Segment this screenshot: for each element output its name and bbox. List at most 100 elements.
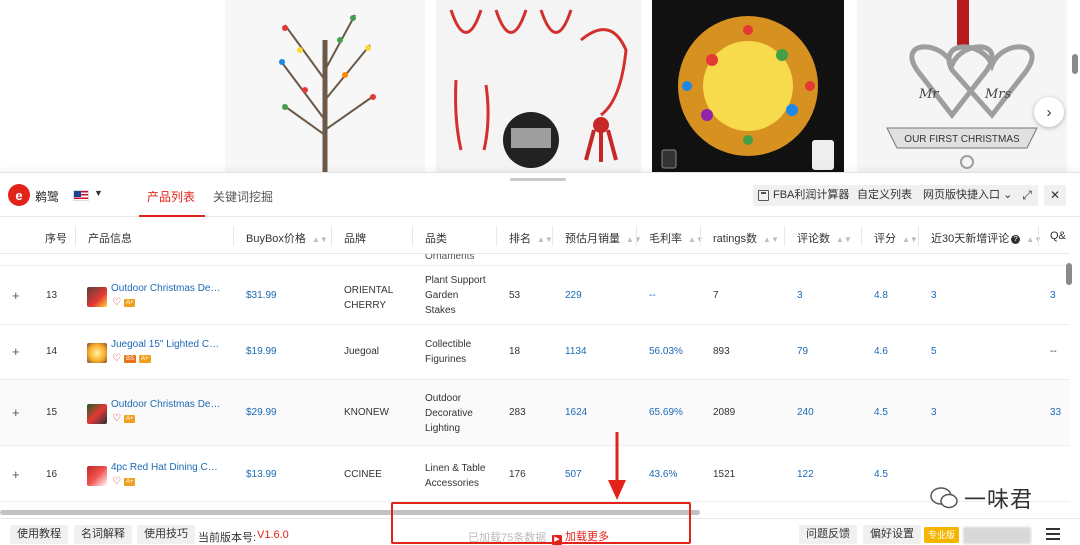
sort-icon: ▲▼ [763, 235, 779, 244]
new-reviews-cell[interactable]: 3 [931, 290, 937, 301]
expand-row-icon[interactable]: + [12, 288, 20, 303]
buybox-price[interactable]: $19.99 [246, 346, 277, 357]
product-title-link[interactable]: 4pc Red Hat Dining Cha... [111, 462, 223, 473]
product-image-fairy-lights[interactable] [652, 0, 844, 172]
feedback-button[interactable]: 问题反馈 [799, 525, 857, 544]
reviews-cell[interactable]: 240 [797, 407, 814, 418]
buybox-price[interactable]: $31.99 [246, 290, 277, 301]
monthly-sales-cell[interactable]: 1624 [565, 407, 587, 418]
header-buybox-price[interactable]: BuyBox价格 ▲▼ [246, 230, 328, 246]
reviews-cell[interactable]: 79 [797, 346, 808, 357]
header-reviews[interactable]: 评论数 ▲▼ [797, 230, 852, 246]
qa-cell: -- [1050, 346, 1057, 357]
header-ratings[interactable]: ratings数 ▲▼ [713, 230, 779, 246]
us-flag-icon[interactable] [73, 190, 89, 201]
heart-icon[interactable]: ♡ [112, 477, 121, 487]
product-title-link[interactable]: Outdoor Christmas Dec... [111, 399, 223, 410]
product-thumbnail[interactable] [87, 287, 107, 307]
expand-row-icon[interactable]: + [12, 467, 20, 482]
table-vertical-scrollbar[interactable] [1066, 263, 1072, 285]
sort-icon: ▲▼ [902, 235, 918, 244]
reviews-cell[interactable]: 3 [797, 290, 803, 301]
margin-cell[interactable]: 56.03% [649, 346, 683, 357]
buybox-price[interactable]: $13.99 [246, 469, 277, 480]
product-badges: ♡ A+ [112, 414, 136, 424]
tab-product-list[interactable]: 产品列表 [147, 188, 195, 205]
menu-icon[interactable] [1046, 527, 1060, 541]
header-new-reviews-30d[interactable]: 近30天新增评论? ▲▼ [931, 230, 1042, 246]
score-cell[interactable]: 4.5 [874, 469, 888, 480]
header-rank[interactable]: 排名 ▲▼ [509, 230, 553, 246]
header-margin[interactable]: 毛利率 ▲▼ [649, 230, 704, 246]
table-header: 序号 产品信息 BuyBox价格 ▲▼ 品牌 品类 排名 ▲▼ 预估月销量 ▲▼ 毛利… [0, 218, 1070, 254]
header-score-label: 评分 [874, 233, 896, 245]
monthly-sales-cell[interactable]: 229 [565, 290, 582, 301]
tab-keyword-mining[interactable]: 关键词挖掘 [213, 188, 273, 205]
product-title-link[interactable]: Juegoal 15" Lighted Chr... [111, 339, 223, 350]
heart-icon[interactable]: ♡ [112, 414, 121, 424]
buybox-price[interactable]: $29.99 [246, 407, 277, 418]
table-row: Ornaments [0, 254, 1070, 266]
monthly-sales-cell[interactable]: 1134 [565, 346, 587, 357]
qa-cell[interactable]: 3 [1050, 290, 1056, 301]
margin-cell[interactable]: -- [649, 290, 656, 301]
table-row[interactable]: + 13 Outdoor Christmas Dec... ♡ A+ $31.9… [0, 267, 1070, 325]
preferences-button[interactable]: 偏好设置 [863, 525, 921, 544]
category-line: Decorative [425, 408, 473, 419]
chevron-down-icon: ⌄ [1003, 189, 1013, 201]
margin-cell[interactable]: 65.69% [649, 407, 683, 418]
new-reviews-cell[interactable]: 3 [931, 407, 937, 418]
row-seq: 15 [46, 407, 58, 418]
heart-icon[interactable]: ♡ [112, 354, 121, 364]
product-image-carousel: Mr Mrs OUR FIRST CHRISTMAS › [0, 0, 1080, 172]
tutorial-button[interactable]: 使用教程 [10, 525, 68, 544]
score-cell[interactable]: 4.8 [874, 290, 888, 301]
product-image-hearts-ornament[interactable]: Mr Mrs OUR FIRST CHRISTMAS [857, 0, 1067, 172]
ratings-cell: 7 [713, 290, 719, 301]
expand-row-icon[interactable]: + [12, 405, 20, 420]
product-image-red-rope[interactable] [436, 0, 641, 172]
ratings-cell: 1521 [713, 469, 736, 480]
web-quick-entry-dropdown[interactable]: 网页版快捷入口 ⌄ [917, 185, 1019, 206]
sort-icon: ▲▼ [311, 235, 328, 244]
brand-logo-icon: e [8, 184, 30, 206]
header-score[interactable]: 评分 ▲▼ [874, 230, 918, 246]
christmas-tree-illustration [279, 14, 376, 172]
product-image-christmas-tree[interactable] [225, 0, 425, 172]
brand-name: 鹈鹭 [35, 190, 60, 204]
monthly-sales-cell[interactable]: 507 [565, 469, 582, 480]
table-row[interactable]: + 14 Juegoal 15" Lighted Chr... ♡ BS A+ … [0, 325, 1070, 380]
version-label: 当前版本号: [198, 532, 257, 544]
chevron-down-icon[interactable]: ▼ [94, 188, 103, 198]
expand-icon[interactable]: ⤢ [1016, 185, 1038, 206]
carousel-next-button[interactable]: › [1034, 97, 1064, 127]
page-scrollbar-thumb[interactable] [1072, 54, 1078, 74]
reviews-cell[interactable]: 122 [797, 469, 814, 480]
info-icon[interactable]: ? [1011, 235, 1021, 244]
product-thumbnail[interactable] [87, 466, 107, 486]
tips-button[interactable]: 使用技巧 [137, 525, 195, 544]
category-cell: Linen & Table Accessories [425, 461, 485, 491]
score-cell[interactable]: 4.5 [874, 407, 888, 418]
product-thumbnail[interactable] [87, 343, 107, 363]
margin-cell[interactable]: 43.6% [649, 469, 677, 480]
header-margin-label: 毛利率 [649, 233, 682, 245]
brand-line: ORIENTAL [344, 285, 394, 296]
heart-icon[interactable]: ♡ [112, 298, 121, 308]
close-icon[interactable]: ✕ [1044, 185, 1066, 206]
table-row[interactable]: + 15 Outdoor Christmas Dec... ♡ A+ $29.9… [0, 380, 1070, 446]
qa-cell[interactable]: 33 [1050, 407, 1061, 418]
active-tab-underline [139, 215, 205, 217]
table-row[interactable]: + 16 4pc Red Hat Dining Cha... ♡ A+ $13.… [0, 446, 1070, 502]
product-title-link[interactable]: Outdoor Christmas Dec... [111, 283, 223, 294]
glossary-button[interactable]: 名词解释 [74, 525, 132, 544]
new-reviews-cell[interactable]: 5 [931, 346, 937, 357]
sort-icon: ▲▼ [1026, 235, 1043, 244]
custom-list-button[interactable]: 自定义列表 [851, 185, 918, 206]
header-monthly-sales[interactable]: 预估月销量 ▲▼ [565, 230, 642, 246]
expand-row-icon[interactable]: + [12, 344, 20, 359]
fba-profit-calculator-button[interactable]: FBA利润计算器 [753, 185, 856, 206]
product-thumbnail[interactable] [87, 404, 107, 424]
score-cell[interactable]: 4.6 [874, 346, 888, 357]
product-badges: ♡ BS A+ [112, 354, 151, 364]
